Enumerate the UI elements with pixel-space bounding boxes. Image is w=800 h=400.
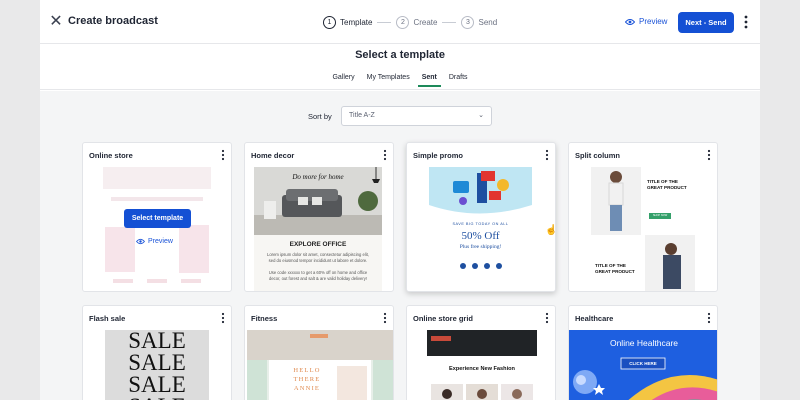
sale-word: SALE SALE SALE SALE xyxy=(128,330,186,400)
template-card-online-store[interactable]: Online store Select template Preview xyxy=(82,142,232,292)
step-divider xyxy=(442,21,457,23)
template-subheading: EXPLORE OFFICE xyxy=(289,241,347,248)
card-menu-icon[interactable] xyxy=(707,149,711,161)
template-offer-sub: Plus free shipping! xyxy=(459,244,502,250)
step-create[interactable]: 2 Create xyxy=(396,15,437,29)
template-card-split-column[interactable]: Split column TITLE OF THE GREAT PRODUCT xyxy=(568,142,718,292)
template-card-flash-sale[interactable]: Flash sale SALE SALE SALE SALE xyxy=(82,305,232,400)
card-menu-icon[interactable] xyxy=(383,149,387,161)
page-title: Create broadcast xyxy=(68,15,158,27)
sort-dropdown[interactable]: Title A-Z ⌄ xyxy=(341,106,492,126)
tab-gallery[interactable]: Gallery xyxy=(332,74,354,87)
template-body-text: Lorem ipsum dolor sit amet, consectetur … xyxy=(267,252,369,263)
thumbnail-art xyxy=(427,330,537,400)
thumbnail-art xyxy=(103,167,211,283)
template-body-text: Use code xxxxxx to get a 60% off on home… xyxy=(268,270,368,281)
card-preview-button[interactable]: Preview xyxy=(136,238,173,245)
tab-my-templates[interactable]: My Templates xyxy=(367,74,410,87)
template-thumbnail: TITLE OF THE GREAT PRODUCT SHOP NOW TITL… xyxy=(591,167,695,291)
thumbnail-art xyxy=(429,167,532,217)
template-headline: Do more for home xyxy=(292,173,344,181)
more-options-icon[interactable] xyxy=(743,14,749,30)
template-thumbnail: Online Healthcare CLICK HERE xyxy=(569,330,717,400)
next-send-button[interactable]: Next - Send xyxy=(678,12,734,33)
tab-sent[interactable]: Sent xyxy=(417,74,442,87)
tab-drafts[interactable]: Drafts xyxy=(449,74,468,87)
step-divider xyxy=(377,21,392,23)
template-thumbnail: Experience New Fashion xyxy=(427,330,537,400)
eye-icon xyxy=(625,18,635,25)
app-window: ✕ Create broadcast 1 Template 2 Create 3… xyxy=(40,0,760,400)
template-thumbnail: Do more for home EXPLORE OFFICE Lorem ip… xyxy=(254,167,382,291)
card-menu-icon[interactable] xyxy=(221,149,225,161)
card-menu-icon[interactable] xyxy=(707,312,711,324)
select-template-button[interactable]: Select template xyxy=(124,209,191,228)
chevron-down-icon: ⌄ xyxy=(478,112,484,119)
template-tabs: Gallery My Templates Sent Drafts xyxy=(40,74,760,87)
template-headline: Online Healthcare xyxy=(609,338,679,348)
card-menu-icon[interactable] xyxy=(545,312,549,324)
card-menu-icon[interactable] xyxy=(383,312,387,324)
template-thumbnail: SALE SALE SALE SALE xyxy=(105,330,209,400)
preview-button[interactable]: Preview xyxy=(625,17,667,26)
template-card-fitness[interactable]: Fitness HELLO THERE ANNIE xyxy=(244,305,394,400)
template-thumbnail xyxy=(103,167,211,291)
template-thumbnail: HELLO THERE ANNIE xyxy=(247,330,393,400)
shop-now-button: SHOP NOW xyxy=(652,214,668,217)
template-offer: 50% Off xyxy=(461,230,500,242)
click-here-button: CLICK HERE xyxy=(629,361,657,366)
step-send[interactable]: 3 Send xyxy=(461,15,497,29)
template-thumbnail: SAVE BIG TODAY ON ALL 50% Off Plus free … xyxy=(429,167,532,291)
product-title: TITLE OF THE GREAT PRODUCT xyxy=(595,263,635,274)
step-template[interactable]: 1 Template xyxy=(323,15,372,29)
close-icon[interactable]: ✕ xyxy=(48,14,64,30)
eye-icon xyxy=(136,238,145,245)
sort-label: Sort by xyxy=(308,112,332,121)
top-bar: ✕ Create broadcast 1 Template 2 Create 3… xyxy=(40,0,760,44)
template-card-simple-promo[interactable]: Simple promo SAVE BIG TODAY ON ALL 50% O… xyxy=(406,142,556,292)
social-icons xyxy=(460,263,502,269)
template-card-home-decor[interactable]: Home decor Do more for home EXPLORE OFFI… xyxy=(244,142,394,292)
card-menu-icon[interactable] xyxy=(545,149,549,161)
product-title: TITLE OF THE GREAT PRODUCT xyxy=(647,179,687,190)
section-heading: Select a template xyxy=(355,49,445,61)
cursor-icon: ☝ xyxy=(545,225,555,236)
template-kicker: SAVE BIG TODAY ON ALL xyxy=(452,222,509,226)
step-indicator: 1 Template 2 Create 3 Send xyxy=(323,12,497,32)
template-card-online-store-grid[interactable]: Online store grid Experience New Fashion xyxy=(406,305,556,400)
card-menu-icon[interactable] xyxy=(221,312,225,324)
template-headline: Experience New Fashion xyxy=(449,366,515,372)
greeting-text: HELLO THERE ANNIE xyxy=(293,367,321,392)
template-card-healthcare[interactable]: Healthcare Online Healthcare CLICK HERE xyxy=(568,305,718,400)
template-gallery: Sort by Title A-Z ⌄ Online store Select … xyxy=(40,91,760,400)
template-header: Select a template Gallery My Templates S… xyxy=(40,44,760,90)
